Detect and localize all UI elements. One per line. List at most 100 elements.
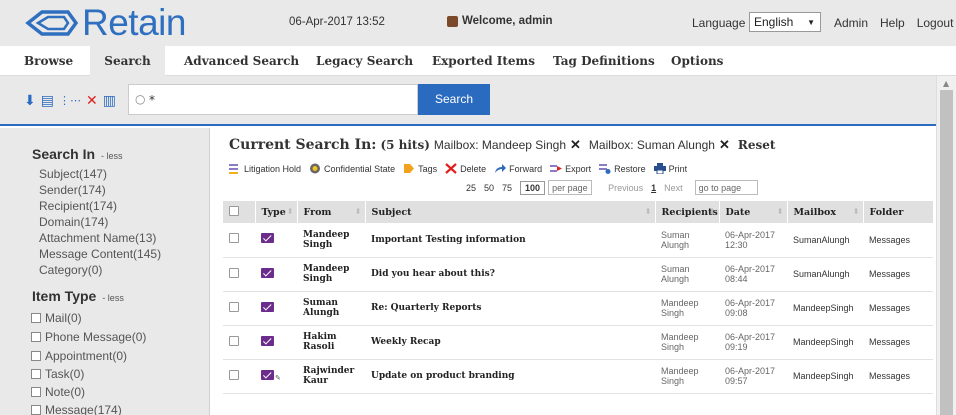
hits-count: (5 hits): [380, 138, 430, 152]
reset-link[interactable]: Reset: [738, 138, 776, 152]
row-subject[interactable]: Weekly Recap: [365, 325, 655, 360]
results-panel: Current Search In: (5 hits) Mailbox: Man…: [211, 128, 936, 415]
confidential-state-button[interactable]: Confidential State: [309, 163, 395, 174]
save-icon[interactable]: ▤: [41, 94, 54, 108]
delete-icon: [445, 163, 457, 174]
row-checkbox[interactable]: [229, 369, 239, 380]
col-subject[interactable]: Subject ⬍: [365, 201, 656, 223]
checkbox[interactable]: [31, 369, 41, 379]
row-checkbox[interactable]: [229, 267, 239, 278]
help-link[interactable]: Help: [880, 16, 905, 30]
previous-page-link[interactable]: Previous: [608, 183, 643, 193]
page-scrollbar[interactable]: ▲: [936, 76, 956, 415]
tags-button[interactable]: Tags: [403, 163, 437, 174]
row-folder: Messages: [863, 325, 933, 360]
sort-icon: ⬍: [644, 206, 652, 216]
col-folder[interactable]: Folder: [863, 201, 934, 223]
remove-filter-icon[interactable]: ✕: [719, 137, 730, 153]
row-subject[interactable]: Important Testing information: [365, 223, 655, 258]
search-in-domain[interactable]: Domain(174): [39, 215, 108, 229]
col-recipients[interactable]: Recipients ⬍: [655, 201, 720, 223]
col-mailbox[interactable]: Mailbox ⬍: [787, 201, 864, 223]
search-in-sender[interactable]: Sender(174): [39, 183, 106, 197]
checkbox[interactable]: [31, 387, 41, 397]
col-type[interactable]: Type ⬍: [255, 201, 298, 223]
forward-button[interactable]: Forward: [494, 163, 542, 174]
scrollbar-thumb[interactable]: [940, 90, 953, 415]
checkbox[interactable]: [31, 351, 41, 361]
col-from[interactable]: From ⬍: [297, 201, 366, 223]
item-type-appointment[interactable]: Appointment(0): [31, 349, 127, 363]
admin-link[interactable]: Admin: [834, 16, 868, 30]
item-type-phone-message[interactable]: Phone Message(0): [31, 330, 146, 344]
tab-options[interactable]: Options: [671, 46, 723, 76]
table-row[interactable]: ✎ Rajwinder Kaur Update on product brand…: [223, 359, 933, 394]
restore-button[interactable]: Restore: [599, 163, 646, 174]
table-row[interactable]: Mandeep Singh Did you hear about this? S…: [223, 257, 933, 292]
current-page[interactable]: 1: [651, 183, 656, 193]
table-row[interactable]: Mandeep Singh Important Testing informat…: [223, 223, 933, 258]
tab-advanced-search[interactable]: Advanced Search: [184, 46, 299, 76]
row-subject[interactable]: Did you hear about this?: [365, 257, 655, 292]
search-in-recipient[interactable]: Recipient(174): [39, 199, 117, 213]
copy-icon[interactable]: ▥: [103, 94, 116, 108]
page-size-75[interactable]: 75: [502, 183, 512, 193]
page-size-50[interactable]: 50: [484, 183, 494, 193]
item-type-less-link[interactable]: - less: [102, 293, 124, 303]
print-button[interactable]: Print: [653, 163, 687, 174]
table-row[interactable]: Hakim Rasoli Weekly Recap Mandeep Singh …: [223, 325, 933, 360]
item-type-mail[interactable]: Mail(0): [31, 311, 82, 325]
search-in-category[interactable]: Category(0): [39, 263, 102, 277]
tab-exported-items[interactable]: Exported Items: [432, 46, 535, 76]
item-type-message[interactable]: Message(174): [31, 403, 122, 415]
per-page-input[interactable]: per page: [548, 180, 593, 195]
language-select[interactable]: English ▼: [749, 12, 821, 32]
checkbox[interactable]: [31, 405, 41, 415]
row-folder: Messages: [863, 359, 933, 394]
row-subject[interactable]: Update on product branding: [365, 359, 655, 394]
download-icon[interactable]: ⬇: [24, 94, 36, 108]
row-recipients: Mandeep Singh: [655, 325, 719, 360]
select-all-checkbox[interactable]: [229, 205, 239, 216]
retain-logo[interactable]: Retain: [24, 2, 186, 43]
logout-link[interactable]: Logout: [917, 16, 954, 30]
search-in-less-link[interactable]: - less: [101, 151, 123, 161]
next-page-link[interactable]: Next: [664, 183, 683, 193]
page-size-25[interactable]: 25: [466, 183, 476, 193]
delete-button[interactable]: Delete: [445, 163, 486, 174]
row-checkbox[interactable]: [229, 233, 239, 244]
select-all-header[interactable]: [223, 201, 256, 223]
checkbox[interactable]: [31, 332, 41, 342]
item-type-task[interactable]: Task(0): [31, 367, 84, 381]
search-input[interactable]: ○ *: [128, 84, 418, 115]
litigation-hold-button[interactable]: Litigation Hold: [229, 163, 301, 174]
tab-search[interactable]: Search: [90, 46, 165, 76]
delete-icon[interactable]: ✕: [86, 94, 98, 108]
page-size-100[interactable]: 100: [520, 180, 546, 195]
export-button[interactable]: Export: [550, 163, 591, 174]
col-date[interactable]: Date ⬍: [719, 201, 788, 223]
search-in-message-content[interactable]: Message Content(145): [39, 247, 161, 261]
col-label: Folder: [869, 206, 904, 218]
search-button[interactable]: Search: [418, 84, 490, 115]
table-row[interactable]: Suman Alungh Re: Quarterly Reports Mande…: [223, 291, 933, 326]
item-type-note[interactable]: Note(0): [31, 385, 85, 399]
tab-browse[interactable]: Browse: [24, 46, 73, 76]
row-checkbox[interactable]: [229, 335, 239, 346]
checkbox[interactable]: [31, 313, 41, 323]
scroll-up-icon[interactable]: ▲: [943, 79, 949, 88]
search-icon: ○: [135, 92, 146, 106]
row-subject[interactable]: Re: Quarterly Reports: [365, 291, 655, 326]
goto-page-input[interactable]: go to page: [694, 180, 758, 195]
print-icon: [653, 163, 666, 174]
row-checkbox[interactable]: [229, 301, 239, 312]
remove-filter-icon[interactable]: ✕: [570, 137, 581, 153]
tab-tag-definitions[interactable]: Tag Definitions: [553, 46, 655, 76]
tag-icon: [404, 164, 415, 173]
search-in-attachment-name[interactable]: Attachment Name(13): [39, 231, 156, 245]
share-icon[interactable]: ⋮⋯: [59, 94, 81, 108]
search-in-subject[interactable]: Subject(147): [39, 167, 107, 181]
tab-legacy-search[interactable]: Legacy Search: [316, 46, 413, 76]
mail-icon: [261, 233, 274, 244]
litigation-hold-icon: [229, 164, 238, 174]
